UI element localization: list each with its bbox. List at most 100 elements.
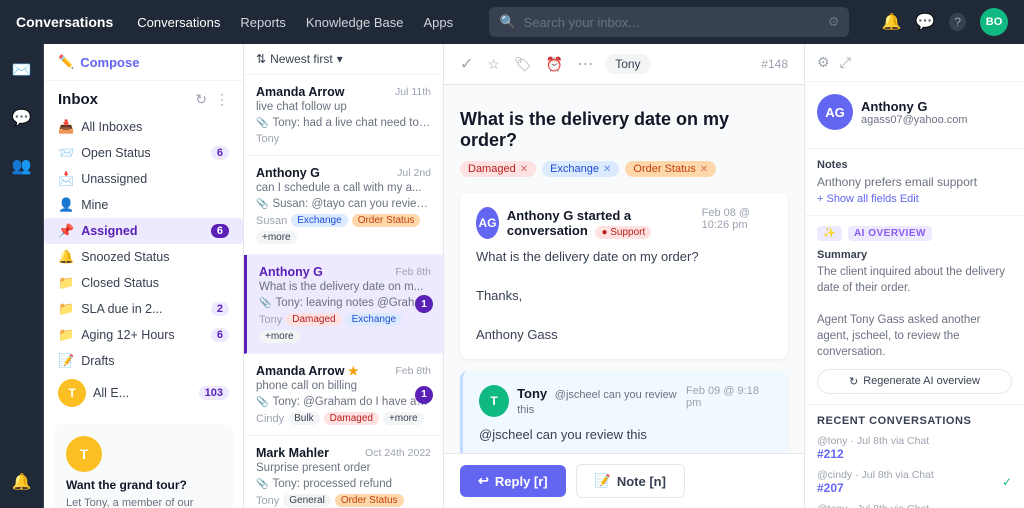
notification-icon[interactable]: 🔔 bbox=[8, 468, 36, 496]
conv-date: Jul 2nd bbox=[397, 167, 431, 179]
recent-via-1: @tony · Jul 8th via Chat bbox=[817, 435, 929, 447]
sidebar-item-unassigned[interactable]: 📩Unassigned bbox=[44, 166, 243, 192]
panel-settings-icon[interactable]: ⚙ bbox=[817, 54, 830, 71]
nav-link-conversations[interactable]: Conversations bbox=[137, 11, 220, 34]
sidebar-item-all-inboxes[interactable]: 📥All Inboxes bbox=[44, 114, 243, 140]
conv-preview: Surprise present order bbox=[256, 462, 431, 474]
conv-item-4[interactable]: Amanda Arrow ★ Feb 8th phone call on bil… bbox=[244, 354, 443, 436]
conv-agent: Susan bbox=[256, 215, 287, 227]
sort-button[interactable]: ⇅ Newest first ▾ bbox=[256, 52, 343, 66]
chat-bubble-icon[interactable]: 💬 bbox=[8, 104, 36, 132]
remove-label-damaged[interactable]: ✕ bbox=[520, 164, 528, 175]
conv-tag-damaged: Damaged bbox=[286, 313, 341, 326]
conv-preview: What is the delivery date on m... bbox=[259, 281, 431, 293]
search-icon: 🔍 bbox=[499, 14, 515, 30]
sidebar-item-snoozed[interactable]: 🔔Snoozed Status bbox=[44, 244, 243, 270]
more-icon[interactable]: ⋯ bbox=[577, 54, 593, 74]
conv-date: Feb 8th bbox=[395, 266, 431, 278]
nav-link-apps[interactable]: Apps bbox=[423, 11, 453, 34]
conv-tag-exchange: Exchange bbox=[291, 214, 347, 227]
conv-sub-preview: 📎Tony: @Graham do I have app... bbox=[256, 396, 431, 408]
refresh-icon[interactable]: ↻ bbox=[195, 91, 207, 108]
note-button[interactable]: 📝 Note [n] bbox=[576, 464, 685, 498]
msg-body-1: What is the delivery date on my order?Th… bbox=[476, 247, 772, 345]
compose-label: Compose bbox=[80, 55, 139, 70]
msg-name-2: Tony bbox=[517, 386, 547, 401]
sidebar-item-drafts[interactable]: 📝Drafts bbox=[44, 348, 243, 374]
conv-date: Feb 8th bbox=[395, 365, 431, 377]
sidebar-item-closed[interactable]: 📁Closed Status bbox=[44, 270, 243, 296]
star-icon[interactable]: ☆ bbox=[487, 56, 500, 73]
right-panel-header: ⚙ ⤢ bbox=[805, 44, 1024, 82]
recent-id-1[interactable]: #212 bbox=[817, 447, 929, 461]
tag-icon[interactable]: 🏷 bbox=[514, 56, 532, 73]
conv-preview: can I schedule a call with my a... bbox=[256, 182, 431, 194]
inbox-icon[interactable]: ✉️ bbox=[8, 56, 36, 84]
nav-link-reports[interactable]: Reports bbox=[240, 11, 286, 34]
sidebar-item-all-e[interactable]: T All E... 103 bbox=[44, 374, 243, 412]
conv-tag-order: Order Status bbox=[352, 214, 421, 227]
sidebar-item-aging[interactable]: 📁Aging 12+ Hours 6 bbox=[44, 322, 243, 348]
conv-tag-damaged: Damaged bbox=[324, 412, 379, 425]
reply-icon: ↩ bbox=[478, 473, 489, 489]
snooze-icon[interactable]: ⏰ bbox=[546, 56, 563, 73]
contact-icon[interactable]: 👥 bbox=[8, 152, 36, 180]
notes-links[interactable]: + Show all fields Edit bbox=[817, 193, 1012, 205]
conv-agent: Cindy bbox=[256, 413, 284, 425]
sort-label: Newest first bbox=[270, 52, 333, 66]
tour-box: T Want the grand tour? Let Tony, a membe… bbox=[54, 424, 233, 508]
conv-item-1[interactable]: Amanda Arrow Jul 11th live chat follow u… bbox=[244, 75, 443, 156]
nav-link-knowledge-base[interactable]: Knowledge Base bbox=[306, 11, 404, 34]
recent-id-2[interactable]: #207 bbox=[817, 481, 934, 495]
conv-tag-more: +more bbox=[259, 330, 300, 343]
message-1: AG Anthony G started a conversation ● Su… bbox=[460, 193, 788, 359]
ai-section: ✨ AI OVERVIEW Summary The client inquire… bbox=[805, 216, 1024, 405]
conv-item-3[interactable]: Anthony G Feb 8th What is the delivery d… bbox=[244, 255, 443, 354]
conv-date: Jul 11th bbox=[395, 86, 431, 98]
remove-label-order[interactable]: ✕ bbox=[700, 164, 708, 175]
contact-name: Anthony G bbox=[861, 99, 968, 114]
conv-subject: What is the delivery date on my order? bbox=[460, 109, 788, 151]
note-icon: 📝 bbox=[595, 473, 611, 489]
conv-name: Anthony G bbox=[259, 265, 323, 279]
panel-expand-icon[interactable]: ⤢ bbox=[840, 54, 851, 71]
regenerate-button[interactable]: ↻ Regenerate AI overview bbox=[817, 369, 1012, 394]
check-icon[interactable]: ✓ bbox=[460, 54, 473, 74]
recent-item-2: @cindy · Jul 8th via Chat #207 ✓ bbox=[817, 469, 1012, 495]
remove-label-exchange[interactable]: ✕ bbox=[603, 164, 611, 175]
assignee-label[interactable]: Tony bbox=[605, 54, 650, 74]
conv-item-2[interactable]: Anthony G Jul 2nd can I schedule a call … bbox=[244, 156, 443, 255]
top-nav: Conversations Conversations Reports Know… bbox=[0, 0, 1024, 44]
conv-preview: phone call on billing bbox=[256, 380, 431, 392]
sidebar-item-sla[interactable]: 📁SLA due in 2... 2 bbox=[44, 296, 243, 322]
kebab-icon[interactable]: ⋮ bbox=[215, 91, 229, 108]
conv-tag-general: General bbox=[283, 494, 331, 507]
sidebar-item-open-status[interactable]: 📨Open Status 6 bbox=[44, 140, 243, 166]
inbox-title: Inbox bbox=[58, 91, 98, 108]
conv-tag-order: Order Status bbox=[335, 494, 404, 507]
search-input[interactable] bbox=[524, 15, 820, 30]
recent-via-3: @tony · Jul 8th via Chat bbox=[817, 503, 929, 508]
reply-button[interactable]: ↩ Reply [r] bbox=[460, 465, 566, 497]
compose-button[interactable]: ✏️ Compose bbox=[44, 44, 243, 81]
msg-badge-support: ● Support bbox=[595, 226, 651, 239]
conv-view-header: ✓ ☆ 🏷 ⏰ ⋯ Tony #148 bbox=[444, 44, 804, 85]
conv-agent: Tony bbox=[259, 314, 282, 326]
conv-items: Amanda Arrow Jul 11th live chat follow u… bbox=[244, 75, 443, 508]
user-avatar[interactable]: BO bbox=[980, 8, 1008, 36]
refresh-icon: ↻ bbox=[849, 375, 858, 388]
help-icon[interactable]: ? bbox=[949, 13, 966, 31]
msg-time-1: Feb 08 @ 10:26 pm bbox=[702, 207, 772, 231]
contact-info: AG Anthony G agass07@yahoo.com bbox=[817, 94, 1012, 130]
conv-item-5[interactable]: Mark Mahler Oct 24th 2022 Surprise prese… bbox=[244, 436, 443, 508]
conv-sub-preview: 📎Tony: had a live chat need to send ... bbox=[256, 117, 431, 129]
chat-icon[interactable]: 💬 bbox=[915, 12, 935, 32]
sidebar-item-assigned[interactable]: 📌Assigned 6 bbox=[44, 218, 243, 244]
msg-body-2: @jscheel can you review this bbox=[479, 425, 772, 445]
sidebar-item-mine[interactable]: 👤Mine bbox=[44, 192, 243, 218]
conv-sub-preview: 📎Tony: processed refund bbox=[256, 478, 431, 490]
conv-view-actions: ✓ ☆ 🏷 ⏰ ⋯ bbox=[460, 54, 593, 74]
conv-agent: Tony bbox=[256, 133, 279, 145]
bell-icon[interactable]: 🔔 bbox=[881, 12, 901, 32]
ai-badge: ✨ bbox=[817, 226, 842, 241]
